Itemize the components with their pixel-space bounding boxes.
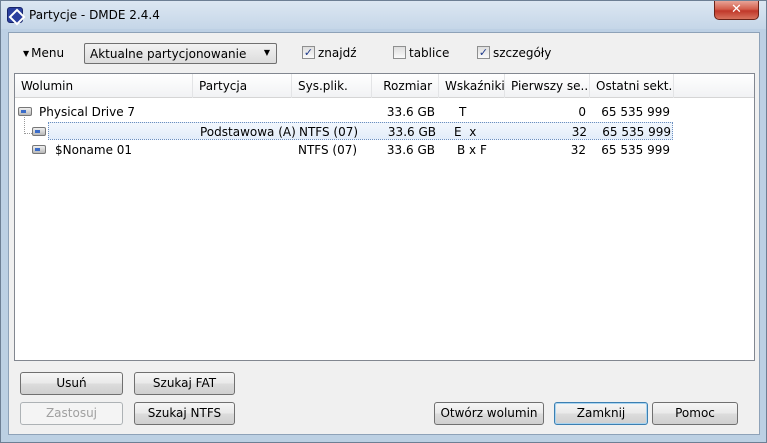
dmde-app-icon <box>7 7 23 23</box>
cell-flags: B x F <box>457 143 487 157</box>
partitioning-mode-select[interactable]: Aktualne partycjonowanie ▼ <box>84 43 277 64</box>
window-title: Partycje - DMDE 2.4.4 <box>29 8 160 22</box>
dialog-client-area: ▼ Menu Aktualne partycjonowanie ▼ ✓ znajd… <box>8 32 760 435</box>
checkbox-find-label: znajdź <box>318 46 357 60</box>
title-bar[interactable]: Partycje - DMDE 2.4.4 ✕ <box>1 1 766 29</box>
cell-first-sector: 32 <box>570 143 586 157</box>
close-window-button[interactable]: ✕ <box>714 1 759 20</box>
delete-button[interactable]: Usuń <box>20 372 123 395</box>
cell-last-sector: 65 535 999 <box>601 105 670 119</box>
search-fat-button[interactable]: Szukaj FAT <box>134 372 235 395</box>
cell-partition: Podstawowa (A) <box>200 125 296 139</box>
search-ntfs-button[interactable]: Szukaj NTFS <box>134 402 235 425</box>
checkbox-tables-box[interactable] <box>393 46 406 59</box>
cell-size: 33.6 GB <box>387 125 436 139</box>
cell-first-sector: 32 <box>571 125 587 139</box>
column-header-filesystem[interactable]: Sys.plik. <box>292 74 372 98</box>
cell-first-sector: 0 <box>578 105 586 119</box>
cell-volume: $Noname 01 <box>55 143 133 157</box>
cell-flags: T <box>459 105 467 119</box>
cell-volume: Physical Drive 7 <box>39 105 136 119</box>
tree-connector <box>24 133 32 134</box>
dropdown-arrow-icon: ▼ <box>263 48 270 57</box>
cell-last-sector: 65 535 999 <box>601 143 670 157</box>
open-volume-button[interactable]: Otwórz wolumin <box>434 402 544 425</box>
menu-arrow-icon: ▼ <box>23 49 30 58</box>
column-header-last-sector[interactable]: Ostatni sekt... <box>590 74 674 98</box>
column-header-first-sector[interactable]: Pierwszy se... <box>505 74 590 98</box>
table-row-selected[interactable]: Podstawowa (A) NTFS (07) 33.6 GB E x 32 … <box>48 122 673 140</box>
cell-flags: E x <box>454 125 477 139</box>
column-header-flags[interactable]: Wskaźniki <box>439 74 505 98</box>
menu-button[interactable]: ▼ Menu <box>23 45 64 61</box>
help-button[interactable]: Pomoc <box>652 402 738 425</box>
cell-filesystem: NTFS (07) <box>299 125 359 139</box>
list-header: Wolumin Partycja Sys.plik. Rozmiar Wskaź… <box>15 74 754 98</box>
close-button[interactable]: Zamknij <box>554 402 648 425</box>
partition-icon <box>32 127 46 136</box>
cell-size: 33.6 GB <box>386 105 435 119</box>
menu-label: Menu <box>31 46 65 60</box>
column-header-volume[interactable]: Wolumin <box>15 74 193 98</box>
checkbox-find-box[interactable]: ✓ <box>302 46 315 59</box>
partitioning-mode-value: Aktualne partycjonowanie <box>90 47 247 61</box>
apply-button[interactable]: Zastosuj <box>20 402 123 425</box>
checkbox-details-label: szczegóły <box>493 46 552 60</box>
partitions-window: Partycje - DMDE 2.4.4 ✕ ▼ Menu Aktualne p… <box>0 0 767 443</box>
volume-icon <box>32 145 46 154</box>
column-header-partition[interactable]: Partycja <box>193 74 292 98</box>
physical-drive-icon <box>18 107 32 116</box>
checkbox-tables-label: tablice <box>409 46 450 60</box>
cell-size: 33.6 GB <box>386 143 435 157</box>
cell-filesystem: NTFS (07) <box>298 143 358 157</box>
table-row[interactable]: $Noname 01 NTFS (07) 33.6 GB B x F 32 65… <box>15 141 754 159</box>
cell-last-sector: 65 535 999 <box>602 125 671 139</box>
table-row[interactable]: Physical Drive 7 33.6 GB T 0 65 535 999 <box>15 103 754 121</box>
column-header-size[interactable]: Rozmiar <box>372 74 439 98</box>
partition-list[interactable]: Wolumin Partycja Sys.plik. Rozmiar Wskaź… <box>14 73 755 361</box>
checkbox-details-box[interactable]: ✓ <box>477 46 490 59</box>
